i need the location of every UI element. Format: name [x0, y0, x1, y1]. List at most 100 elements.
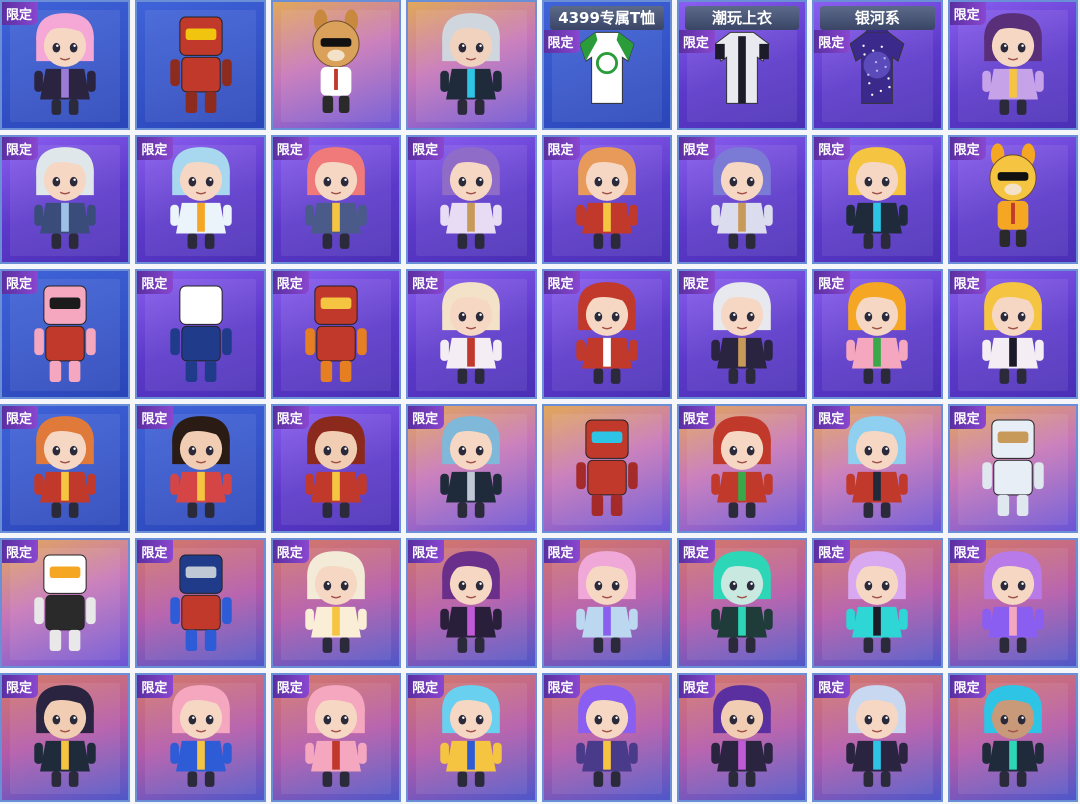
limited-tag: 限定	[678, 271, 715, 294]
limited-tag: 限定	[678, 674, 715, 698]
skin-tile[interactable]: 限定	[541, 269, 672, 399]
skin-tile[interactable]: 限定	[676, 403, 808, 533]
character-figure	[440, 12, 503, 115]
limited-tag: 限定	[949, 674, 986, 698]
item-name-banner: 银河系	[820, 6, 935, 30]
skin-tile[interactable]: 限定	[541, 672, 672, 802]
skin-preview	[288, 6, 384, 124]
skin-tile[interactable]: 限定	[812, 403, 943, 533]
skin-tile[interactable]	[541, 403, 672, 533]
skin-tile[interactable]: 限定	[270, 134, 402, 264]
skin-tile[interactable]: 限定	[270, 538, 402, 668]
skin-tile[interactable]: 银河系 限定	[812, 0, 943, 130]
skin-tile[interactable]: 限定	[676, 134, 808, 264]
limited-tag: 限定	[2, 2, 39, 25]
limited-tag: 限定	[814, 136, 851, 160]
limited-tag: 限定	[137, 271, 174, 294]
limited-tag: 限定	[543, 674, 580, 698]
skin-tile[interactable]: 限定	[270, 403, 402, 533]
limited-tag: 限定	[408, 136, 445, 160]
robot-figure	[575, 419, 638, 516]
limited-tag: 限定	[949, 136, 986, 160]
skin-tile[interactable]: 限定	[812, 269, 943, 399]
skin-tile[interactable]	[406, 0, 537, 130]
skin-tile[interactable]: 限定	[135, 672, 266, 802]
limited-tag: 限定	[949, 271, 986, 294]
skin-tile[interactable]: 限定	[135, 134, 266, 264]
limited-tag: 限定	[543, 271, 580, 294]
item-name-banner: 4399专属T恤	[549, 6, 664, 30]
skin-tile[interactable]: 限定	[0, 134, 131, 264]
skin-tile[interactable]	[135, 0, 266, 130]
skin-preview	[423, 6, 519, 124]
limited-tag: 限定	[408, 405, 445, 429]
skin-tile[interactable]: 限定	[135, 269, 266, 399]
skin-tile[interactable]: 限定	[0, 269, 131, 399]
limited-tag: 限定	[678, 405, 715, 429]
skin-tile[interactable]: 限定	[676, 672, 808, 802]
limited-tag: 限定	[137, 540, 174, 563]
limited-tag: 限定	[814, 405, 851, 429]
limited-tag: 限定	[814, 30, 851, 53]
skin-preview	[559, 409, 655, 527]
limited-tag: 限定	[2, 271, 39, 294]
limited-tag: 限定	[408, 674, 445, 698]
skin-tile[interactable]: 限定	[270, 672, 402, 802]
limited-tag: 限定	[137, 674, 174, 698]
limited-tag: 限定	[949, 2, 986, 25]
skin-tile[interactable]: 限定	[947, 672, 1078, 802]
limited-tag: 限定	[272, 271, 309, 294]
animal-figure	[312, 8, 360, 113]
limited-tag: 限定	[2, 674, 39, 698]
limited-tag: 限定	[543, 30, 580, 53]
skin-tile[interactable]: 限定	[812, 672, 943, 802]
limited-tag: 限定	[2, 136, 39, 160]
limited-tag: 限定	[814, 271, 851, 294]
skin-tile[interactable]: 限定	[541, 134, 672, 264]
skin-tile[interactable]: 限定	[406, 538, 537, 668]
limited-tag: 限定	[678, 540, 715, 563]
skin-tile[interactable]: 限定	[0, 0, 131, 130]
limited-tag: 限定	[137, 136, 174, 160]
skin-tile[interactable]: 限定	[270, 269, 402, 399]
skin-tile[interactable]: 限定	[135, 403, 266, 533]
skin-tile[interactable]: 限定	[947, 538, 1078, 668]
limited-tag: 限定	[814, 674, 851, 698]
skin-tile[interactable]: 限定	[0, 672, 131, 802]
limited-tag: 限定	[949, 405, 986, 429]
skin-tile[interactable]: 限定	[406, 134, 537, 264]
limited-tag: 限定	[678, 136, 715, 160]
skin-tile[interactable]: 限定	[0, 403, 131, 533]
limited-tag: 限定	[678, 30, 715, 53]
limited-tag: 限定	[2, 540, 39, 563]
skin-tile[interactable]: 限定	[406, 403, 537, 533]
skin-tile[interactable]: 限定	[947, 0, 1078, 130]
skin-tile[interactable]: 限定	[541, 538, 672, 668]
limited-tag: 限定	[408, 271, 445, 294]
skin-tile[interactable]: 限定	[947, 269, 1078, 399]
skin-tile[interactable]: 限定	[676, 269, 808, 399]
robot-figure	[169, 16, 232, 113]
skin-tile[interactable]: 限定	[812, 134, 943, 264]
limited-tag: 限定	[543, 540, 580, 563]
skin-tile[interactable]: 限定	[676, 538, 808, 668]
skin-tile[interactable]	[270, 0, 402, 130]
skin-tile[interactable]: 限定	[135, 538, 266, 668]
skin-tile[interactable]: 限定	[812, 538, 943, 668]
limited-tag: 限定	[137, 405, 174, 429]
skin-tile[interactable]: 限定	[406, 672, 537, 802]
skin-tile[interactable]: 4399专属T恤 限定	[541, 0, 672, 130]
limited-tag: 限定	[543, 136, 580, 160]
limited-tag: 限定	[949, 540, 986, 563]
limited-tag: 限定	[272, 540, 309, 563]
skin-tile[interactable]: 限定	[947, 134, 1078, 264]
skin-tile[interactable]: 限定	[947, 403, 1078, 533]
skin-preview	[153, 6, 249, 124]
skin-tile[interactable]: 限定	[406, 269, 537, 399]
skin-grid: 限定 4399专属T恤 限定 潮玩上衣 限定 银河系 限定 限定 限定 限定 限定 限定 限定 限定 限定限…	[0, 0, 1080, 804]
limited-tag: 限定	[272, 405, 309, 429]
limited-tag: 限定	[408, 540, 445, 563]
skin-tile[interactable]: 限定	[0, 538, 131, 668]
skin-tile[interactable]: 潮玩上衣 限定	[676, 0, 808, 130]
limited-tag: 限定	[814, 540, 851, 563]
